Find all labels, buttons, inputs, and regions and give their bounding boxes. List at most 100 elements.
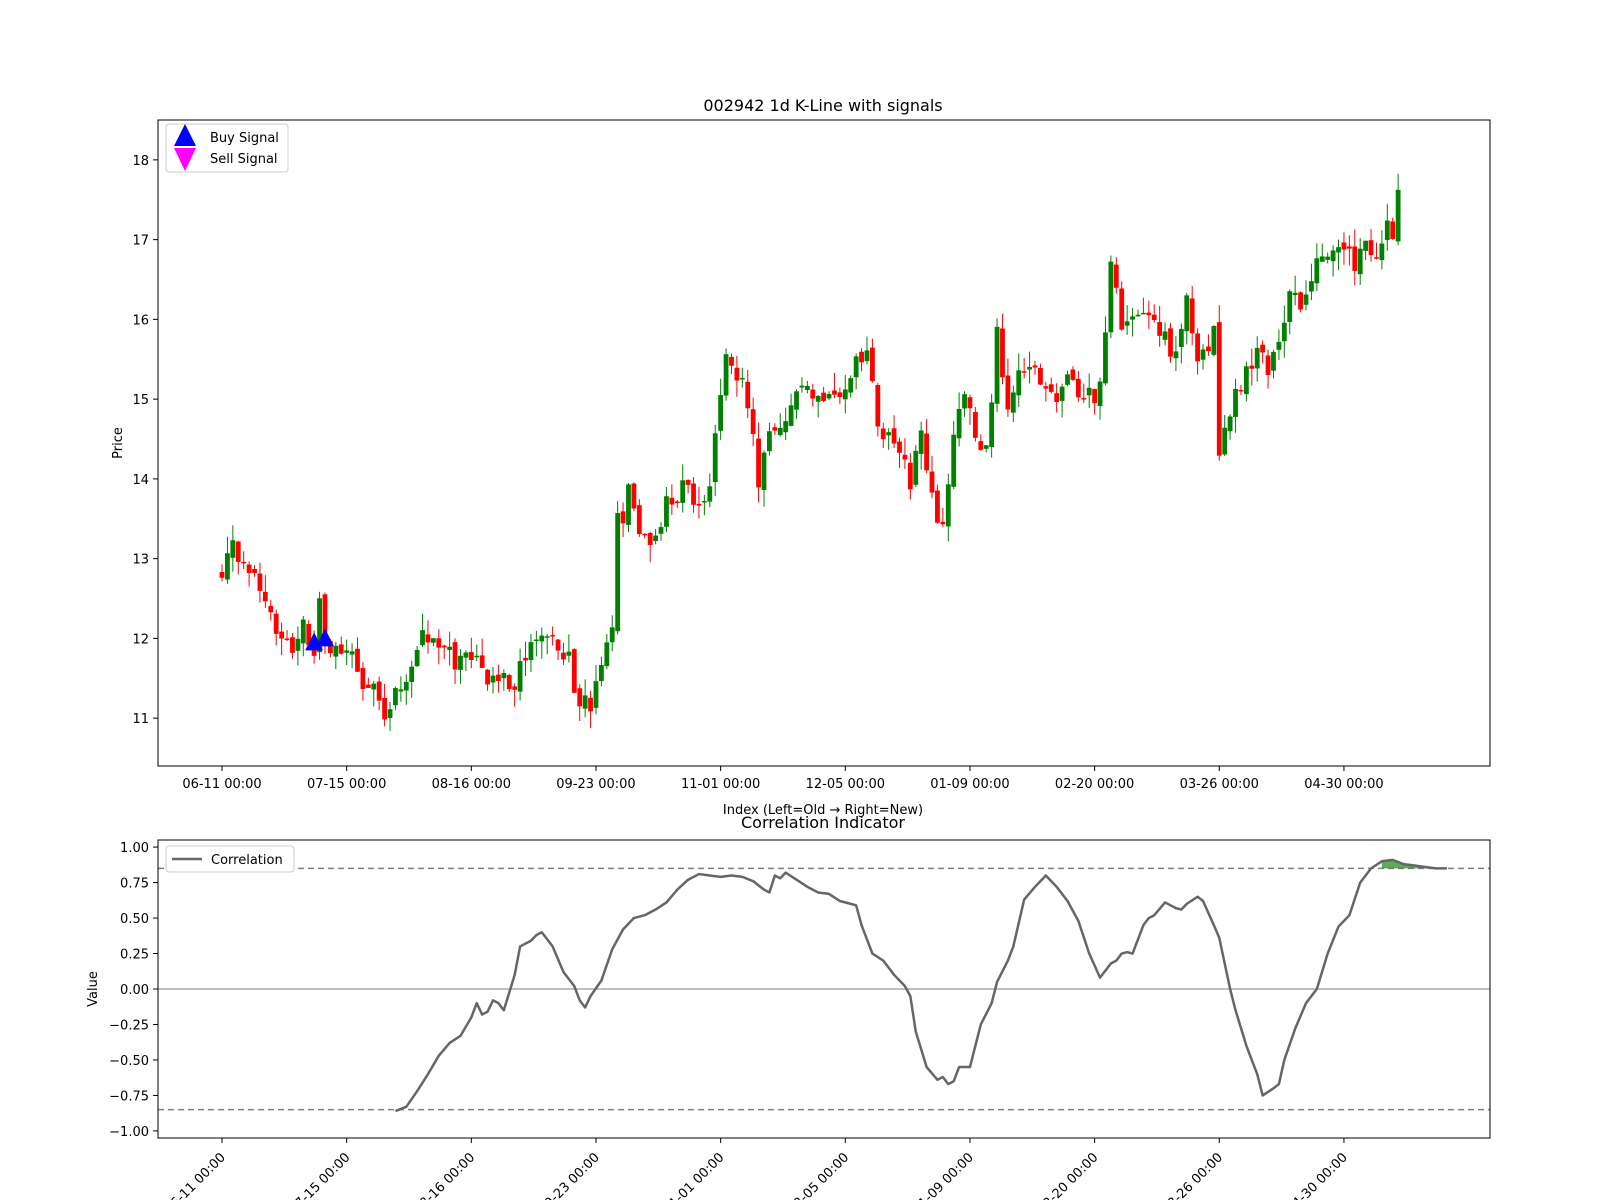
candle-body — [1281, 322, 1287, 342]
candle-body — [1086, 387, 1092, 396]
candle-body — [447, 646, 453, 650]
candle — [468, 637, 474, 669]
candle-body — [902, 454, 908, 460]
candle — [588, 690, 593, 728]
kline-x-tick-label: 07-15 00:00 — [307, 777, 386, 792]
correlation-legend: Correlation — [165, 845, 295, 873]
candle — [1146, 300, 1152, 329]
candle — [425, 620, 431, 654]
candle — [1260, 340, 1266, 364]
candle-body — [1346, 246, 1352, 249]
kline-y-axis-label: Price — [111, 427, 126, 459]
candle-body — [1043, 386, 1049, 389]
candle — [647, 532, 653, 563]
candle-body — [723, 354, 729, 396]
candle — [382, 683, 387, 727]
candle — [1086, 373, 1092, 408]
candle-body — [1222, 427, 1228, 455]
candle — [1336, 239, 1341, 270]
candle-body — [788, 405, 794, 426]
candle-body — [533, 639, 539, 642]
correlation-legend-label: Correlation — [211, 853, 283, 868]
candle — [479, 638, 485, 669]
candle-body — [566, 651, 572, 656]
candle-body — [707, 486, 713, 502]
candle-body — [810, 389, 816, 399]
candle-body — [859, 351, 864, 363]
candle-body — [642, 533, 648, 536]
candle — [842, 374, 848, 414]
candle-body — [523, 657, 528, 661]
candle — [924, 419, 929, 474]
correlation-y-tick-label: 0.00 — [120, 983, 149, 998]
candle-body — [517, 661, 523, 692]
candle-body — [1303, 294, 1309, 305]
candle — [1303, 280, 1309, 311]
candle-body — [1309, 281, 1314, 292]
candle-body — [262, 591, 268, 602]
candle — [799, 377, 805, 393]
candle-body — [1379, 243, 1385, 261]
candle — [626, 483, 631, 533]
candle — [225, 536, 230, 585]
candle — [593, 665, 599, 715]
candle — [1000, 313, 1005, 385]
candle-body — [653, 535, 658, 541]
candle — [409, 660, 415, 698]
candle — [1352, 229, 1358, 286]
candle-body — [1227, 416, 1233, 432]
candle — [295, 626, 301, 666]
correlation-x-tick-label: 07-15 00:00 — [287, 1150, 354, 1200]
correlation-x-tick-label: 01-09 00:00 — [910, 1150, 977, 1200]
candle — [972, 407, 978, 442]
correlation-x-tick-label: 08-16 00:00 — [411, 1150, 478, 1200]
candle — [344, 639, 350, 666]
candle-body — [604, 642, 610, 667]
candle-body — [463, 652, 469, 658]
candle — [544, 633, 550, 655]
candle-body — [1184, 295, 1190, 332]
candle-body — [561, 652, 566, 660]
candle — [1043, 381, 1049, 402]
candle — [1222, 415, 1228, 457]
candle-body — [1395, 189, 1401, 242]
candle — [447, 631, 453, 666]
candle-body — [685, 479, 691, 485]
candle — [609, 615, 615, 652]
kline-x-axis: 06-11 00:00 07-15 00:00 08-16 00:00 09-23 0… — [182, 766, 1384, 792]
candle-body — [550, 635, 556, 637]
candle-body — [658, 527, 664, 534]
candle-body — [832, 390, 837, 395]
candle — [907, 453, 913, 500]
candle-body — [479, 655, 485, 668]
candle — [571, 648, 577, 694]
candle — [1189, 285, 1195, 346]
candle — [994, 318, 1000, 413]
chart-figure: 002942 1d K-Line with signals 11 12 13 14 15… — [86, 96, 1491, 1200]
candle — [246, 561, 252, 587]
candle-body — [1010, 392, 1016, 413]
candle-body — [815, 396, 821, 402]
candle — [848, 375, 854, 398]
correlation-line — [394, 858, 1447, 1113]
candle-body — [1173, 351, 1179, 359]
candle — [983, 445, 989, 453]
candle-body — [739, 377, 745, 380]
candle — [1195, 328, 1200, 375]
candle — [837, 387, 843, 405]
candle-body — [669, 497, 675, 505]
candle — [696, 486, 702, 519]
candle — [1249, 348, 1255, 386]
candle — [273, 609, 279, 646]
candle-body — [436, 638, 442, 648]
candle-body — [273, 613, 279, 634]
candle-body — [1271, 351, 1276, 371]
candle-body — [864, 350, 870, 362]
candle-body — [333, 645, 339, 657]
correlation-x-tick-label: 04-30 00:00 — [1284, 1150, 1351, 1200]
correlation-series — [394, 858, 1447, 1113]
correlation-x-tick-label: 06-11 00:00 — [162, 1150, 229, 1200]
candle — [496, 664, 501, 693]
candle-body — [512, 686, 518, 690]
candle — [891, 415, 897, 448]
